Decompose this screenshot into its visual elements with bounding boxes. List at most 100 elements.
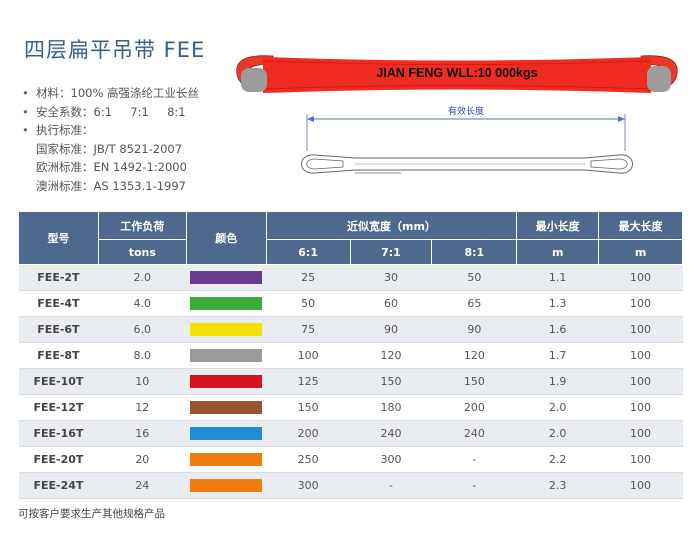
- cell-wll: 4.0: [98, 290, 187, 317]
- cell-width-7: 150: [350, 368, 432, 395]
- cell-max-length: 100: [598, 264, 683, 291]
- cell-max-length: 100: [598, 394, 683, 421]
- table-row: FEE-6T 6.0 75 90 90 1.6 100: [18, 316, 683, 343]
- cell-color: [186, 368, 267, 395]
- cell-wll: 16: [98, 420, 187, 447]
- cell-width-6: 300: [266, 472, 351, 499]
- cell-wll: 8.0: [98, 342, 187, 369]
- cell-model: FEE-4T: [18, 290, 99, 317]
- cell-width-6: 150: [266, 394, 351, 421]
- table-header-row: 型号 工作负荷 颜色 近似宽度（mm） 最小长度 最大长度: [18, 211, 683, 265]
- cell-model: FEE-12T: [18, 394, 99, 421]
- col-color: 颜色: [185, 211, 267, 265]
- color-swatch: [190, 349, 263, 362]
- effective-length-label: 有效长度: [448, 105, 484, 117]
- cell-width-8: 65: [431, 290, 517, 317]
- cell-width-7: 60: [350, 290, 432, 317]
- cell-color: [186, 342, 267, 369]
- cell-max-length: 100: [598, 290, 683, 317]
- cell-model: FEE-10T: [18, 368, 99, 395]
- spec-standards-label: 执行标准：: [36, 123, 94, 137]
- spec-standards: • 执行标准：: [22, 121, 199, 140]
- cell-width-8: 90: [431, 316, 517, 343]
- cell-width-6: 100: [266, 342, 351, 369]
- cell-color: [186, 472, 267, 499]
- cell-wll: 6.0: [98, 316, 187, 343]
- sling-diagram: 有效长度: [301, 105, 633, 174]
- cell-width-8: 150: [431, 368, 517, 395]
- standard-label: 澳洲标准：: [36, 178, 94, 193]
- cell-color: [186, 316, 267, 343]
- cell-wll: 20: [98, 446, 187, 473]
- table-row: FEE-24T 24 300- -2.3 100: [18, 472, 683, 499]
- color-swatch: [190, 323, 263, 336]
- cell-width-7: 300: [350, 446, 432, 473]
- spec-table: 型号 工作负荷 颜色 近似宽度（mm） 最小长度 最大长度 tons 6:1 7…: [18, 211, 683, 499]
- cell-width-6: 250: [266, 446, 351, 473]
- standard-national: 国家标准：JB/T 8521-2007: [22, 140, 199, 159]
- spec-safety: • 安全系数：6:1 7:1 8:1: [22, 103, 199, 122]
- cell-width-7: 120: [350, 342, 432, 369]
- spec-list: • 材料：100% 高强涤纶工业长丝 • 安全系数：6:1 7:1 8:1 • 执行标…: [22, 84, 199, 195]
- cell-min-length: 2.3: [516, 472, 599, 499]
- col-max-length: 最大长度: [598, 211, 683, 240]
- bullet-icon: •: [22, 104, 29, 119]
- cell-width-6: 200: [266, 420, 351, 447]
- cell-min-length: 1.7: [516, 342, 599, 369]
- cell-min-length: 2.0: [516, 420, 599, 447]
- spec-safety-values: 6:1 7:1 8:1: [93, 104, 186, 119]
- footnote: 可按客户要求生产其他规格产品: [18, 508, 165, 520]
- col-width: 近似宽度（mm）: [265, 211, 518, 240]
- bullet-icon: •: [22, 86, 29, 100]
- color-swatch: [190, 297, 263, 310]
- standard-value: EN 1492-1:2000: [93, 160, 187, 174]
- cell-max-length: 100: [598, 472, 683, 499]
- cell-width-7: 90: [350, 316, 432, 343]
- col-min-length: 最小长度: [516, 211, 600, 240]
- cell-max-length: 100: [598, 342, 683, 369]
- cell-width-8: 240: [431, 420, 517, 447]
- cell-max-length: 100: [598, 446, 683, 473]
- standard-label: 国家标准：: [36, 141, 94, 156]
- standard-value: JB/T 8521-2007: [93, 141, 183, 156]
- cell-width-8: 50: [431, 264, 517, 291]
- page-title: 四层扁平吊带 FEE: [24, 38, 206, 62]
- color-swatch: [190, 427, 263, 440]
- cell-min-length: 2.0: [516, 394, 599, 421]
- cell-width-6: 50: [266, 290, 351, 317]
- cell-min-length: 1.6: [516, 316, 599, 343]
- standard-europe: 欧洲标准：EN 1492-1:2000: [22, 158, 199, 177]
- cell-max-length: 100: [598, 368, 683, 395]
- cell-color: [186, 420, 267, 447]
- cell-max-length: 100: [598, 420, 683, 447]
- col-ratio-6: 6:1: [265, 239, 351, 265]
- standard-value: AS 1353.1-1997: [93, 178, 186, 193]
- table-row: FEE-10T 10 125 150 150 1.9 100: [18, 368, 683, 395]
- table-row: FEE-8T 8.0 100 120 120 1.7 100: [18, 342, 683, 369]
- cell-wll: 2.0: [98, 264, 187, 291]
- cell-min-length: 1.3: [516, 290, 599, 317]
- cell-color: [186, 290, 267, 317]
- cell-wll: 12: [98, 394, 187, 421]
- bullet-icon: •: [22, 123, 29, 137]
- col-ratio-8: 8:1: [431, 239, 518, 265]
- spec-material-text: 材料：100% 高强涤纶工业长丝: [36, 86, 200, 100]
- col-wll: 工作负荷: [97, 211, 187, 240]
- cell-width-7: 240: [350, 420, 432, 447]
- cell-width-7: -: [350, 472, 432, 499]
- cell-model: FEE-16T: [18, 420, 99, 447]
- cell-model: FEE-6T: [18, 316, 99, 343]
- color-swatch: [190, 375, 263, 388]
- cell-width-8: -: [431, 446, 517, 473]
- sling-label: JIAN FENG WLL:10 000kgs: [376, 66, 537, 80]
- cell-model: FEE-20T: [18, 446, 99, 473]
- cell-min-length: 1.9: [516, 368, 599, 395]
- cell-min-length: 1.1: [516, 264, 599, 291]
- col-ratio-7: 7:1: [349, 239, 433, 265]
- color-swatch: [190, 271, 263, 284]
- cell-width-6: 75: [266, 316, 351, 343]
- cell-width-8: 200: [431, 394, 517, 421]
- cell-color: [186, 264, 267, 291]
- spec-material: • 材料：100% 高强涤纶工业长丝: [22, 84, 199, 103]
- standard-australia: 澳洲标准：AS 1353.1-1997: [22, 177, 199, 196]
